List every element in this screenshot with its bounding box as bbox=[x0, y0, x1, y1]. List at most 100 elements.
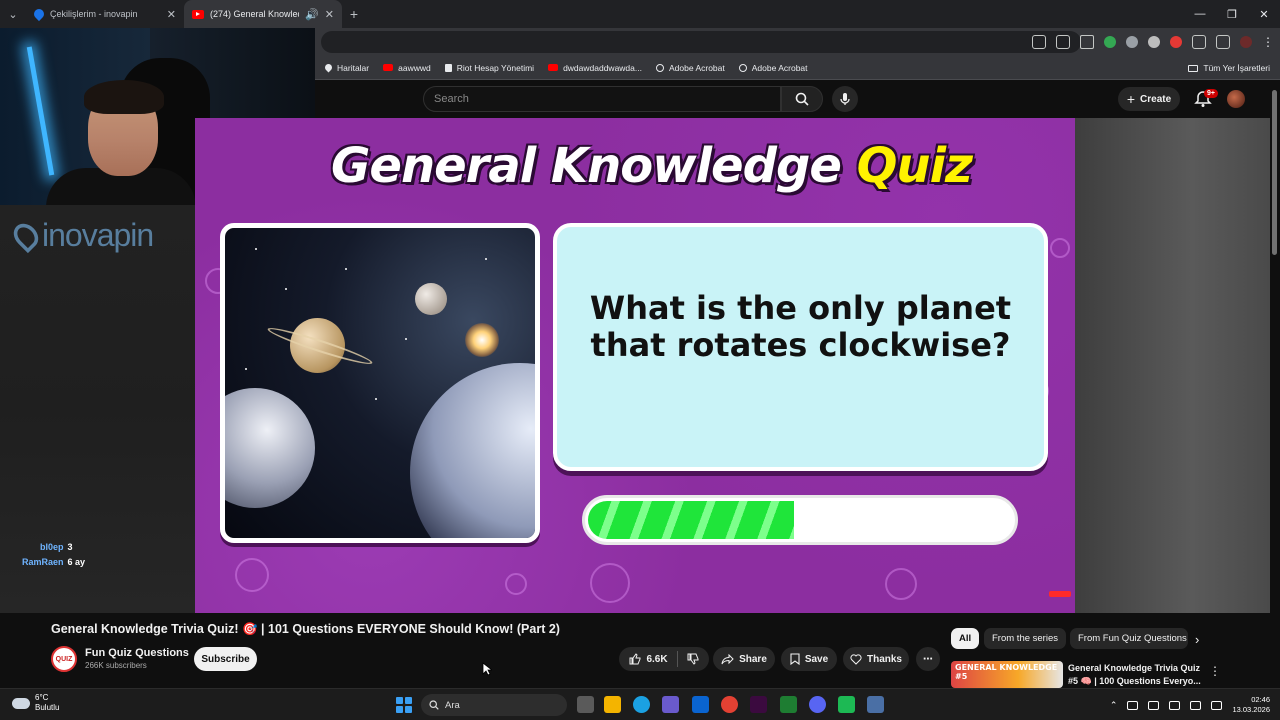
account-avatar[interactable] bbox=[1227, 90, 1245, 108]
app-icon[interactable] bbox=[750, 696, 767, 713]
windows-start-icon[interactable] bbox=[396, 697, 412, 713]
map-pin-icon bbox=[323, 62, 334, 73]
weather-widget[interactable]: 6°C Bulutlu bbox=[12, 693, 59, 713]
inovapin-favicon-icon bbox=[31, 6, 47, 22]
chip-all[interactable]: All bbox=[951, 628, 980, 649]
tab-title: Çekilişlerim - inovapin bbox=[50, 9, 138, 19]
minimize-icon[interactable]: — bbox=[1184, 0, 1216, 28]
volume-icon[interactable] bbox=[1211, 700, 1223, 710]
create-button[interactable]: + Create bbox=[1118, 87, 1180, 111]
bookmark-item[interactable]: dwdawdaddwawda... bbox=[548, 63, 642, 73]
restore-icon[interactable]: ❐ bbox=[1216, 0, 1248, 28]
cast-icon[interactable] bbox=[1056, 35, 1070, 49]
discord-icon[interactable] bbox=[809, 696, 826, 713]
reading-list-icon[interactable] bbox=[1216, 35, 1230, 49]
extension-icon[interactable] bbox=[1126, 36, 1138, 48]
chevron-up-icon[interactable]: ⌃ bbox=[1110, 700, 1118, 711]
chip-from-channel[interactable]: From Fun Quiz Questions bbox=[1070, 628, 1188, 649]
page-scrollbar[interactable] bbox=[1270, 80, 1280, 613]
app-green-icon[interactable] bbox=[838, 696, 855, 713]
new-tab-button[interactable]: + bbox=[342, 0, 366, 28]
extension-icon[interactable] bbox=[1148, 36, 1160, 48]
profile-icon[interactable] bbox=[1240, 36, 1252, 48]
share-icon bbox=[721, 653, 734, 664]
bookmark-item[interactable]: Adobe Acrobat bbox=[655, 63, 725, 73]
rec-menu-icon[interactable]: ⋮ bbox=[1209, 664, 1221, 678]
mic-tray-icon[interactable] bbox=[1169, 700, 1181, 710]
edge-icon[interactable] bbox=[633, 696, 650, 713]
extension-green-icon[interactable] bbox=[1104, 36, 1116, 48]
recommended-title[interactable]: General Knowledge Trivia Quiz #5 🧠 | 100… bbox=[1068, 662, 1203, 688]
tab-search-chevron-icon[interactable]: ⌄ bbox=[0, 0, 26, 28]
excel-icon[interactable] bbox=[780, 696, 797, 713]
save-button[interactable]: Save bbox=[781, 647, 837, 671]
file-explorer-icon[interactable] bbox=[604, 696, 621, 713]
like-button[interactable]: 6.6K bbox=[629, 653, 668, 665]
speaker-icon[interactable]: 🔊 bbox=[305, 8, 319, 21]
search-input[interactable]: Search bbox=[423, 86, 781, 112]
all-bookmarks[interactable]: Tüm Yer İşaretleri bbox=[1188, 56, 1270, 80]
space-image bbox=[220, 223, 540, 543]
subscribe-button[interactable]: Subscribe bbox=[194, 647, 257, 671]
quiz-title: General Knowledge Quiz bbox=[331, 138, 973, 194]
scrollbar-thumb[interactable] bbox=[1272, 90, 1277, 255]
task-view-icon[interactable] bbox=[577, 696, 594, 713]
video-backdrop bbox=[1075, 118, 1270, 613]
timer-bar bbox=[582, 495, 1018, 545]
video-title: General Knowledge Trivia Quiz! 🎯 | 101 Q… bbox=[51, 622, 560, 636]
video-player[interactable]: General Knowledge Quiz What is the only … bbox=[195, 118, 1075, 613]
youtube-favicon-icon bbox=[192, 9, 204, 19]
folder-icon bbox=[1188, 64, 1199, 72]
thumbs-down-icon[interactable] bbox=[687, 653, 699, 665]
channel-avatar[interactable]: QUIZ bbox=[51, 646, 77, 672]
app-blue-icon[interactable] bbox=[867, 696, 884, 713]
chevron-right-icon[interactable]: › bbox=[1195, 632, 1199, 647]
close-icon[interactable]: ✕ bbox=[325, 8, 334, 21]
bookmark-item[interactable]: Adobe Acrobat bbox=[738, 63, 808, 73]
question-card: What is the only planet that rotates clo… bbox=[553, 223, 1048, 471]
clock[interactable]: 02:46 13.03.2026 bbox=[1232, 695, 1270, 715]
youtube-icon bbox=[548, 64, 559, 71]
extension-tp-icon[interactable] bbox=[1170, 36, 1182, 48]
stream-chat: bl0ep 3 RamRaen 6 ay bbox=[22, 540, 85, 570]
bookmark-item[interactable]: aawwwd bbox=[383, 63, 431, 73]
tab-youtube[interactable]: (274) General Knowledge Tr 🔊 ✕ bbox=[184, 0, 342, 28]
close-icon[interactable]: ✕ bbox=[167, 8, 176, 21]
store-icon[interactable] bbox=[662, 696, 679, 713]
more-actions-button[interactable]: ⋯ bbox=[916, 647, 940, 671]
puzzle-icon[interactable] bbox=[1192, 35, 1206, 49]
bookmark-item[interactable]: Haritalar bbox=[323, 62, 369, 73]
mail-icon[interactable] bbox=[692, 696, 709, 713]
subscribe-watermark[interactable] bbox=[1049, 591, 1071, 597]
address-bar-row: ⋮ bbox=[315, 28, 1280, 56]
share-button[interactable]: Share bbox=[713, 647, 775, 671]
recommended-thumbnail[interactable]: GENERAL KNOWLEDGE #5 bbox=[951, 661, 1063, 688]
chip-from-series[interactable]: From the series bbox=[984, 628, 1066, 649]
network-icon[interactable] bbox=[1190, 700, 1202, 710]
notification-badge: 9+ bbox=[1204, 89, 1218, 98]
chrome-icon[interactable] bbox=[721, 696, 738, 713]
thanks-button[interactable]: Thanks bbox=[843, 647, 909, 671]
timer-fill bbox=[588, 501, 795, 539]
subscriber-count: 266K subscribers bbox=[85, 661, 147, 670]
more-icon: ⋯ bbox=[923, 653, 933, 665]
close-window-icon[interactable]: ✕ bbox=[1248, 0, 1280, 28]
menu-kebab-icon[interactable]: ⋮ bbox=[1262, 35, 1274, 49]
channel-name[interactable]: Fun Quiz Questions bbox=[85, 647, 189, 659]
star-bookmark-icon[interactable] bbox=[1080, 35, 1094, 49]
address-bar[interactable] bbox=[321, 31, 1081, 53]
voice-search-button[interactable] bbox=[832, 86, 858, 112]
translate-icon[interactable] bbox=[1032, 35, 1046, 49]
browser-tabstrip: ⌄ Çekilişlerim - inovapin ✕ (274) Genera… bbox=[0, 0, 1280, 28]
cloud-tray-icon[interactable] bbox=[1148, 700, 1160, 710]
bookmark-save-icon bbox=[790, 653, 800, 665]
inovapin-logo: inovapin bbox=[8, 217, 154, 254]
bookmark-item[interactable]: Riot Hesap Yönetimi bbox=[444, 63, 534, 73]
tab-title: (274) General Knowledge Tr bbox=[210, 9, 299, 19]
sync-icon[interactable] bbox=[1127, 700, 1139, 710]
search-button[interactable] bbox=[781, 86, 823, 112]
like-dislike-group: 6.6K bbox=[619, 647, 709, 671]
windows-taskbar: 6°C Bulutlu Ara ⌃ 02:46 13.03.2026 bbox=[0, 688, 1280, 720]
tab-inovapin[interactable]: Çekilişlerim - inovapin ✕ bbox=[26, 0, 184, 28]
taskbar-search[interactable]: Ara bbox=[421, 694, 567, 716]
